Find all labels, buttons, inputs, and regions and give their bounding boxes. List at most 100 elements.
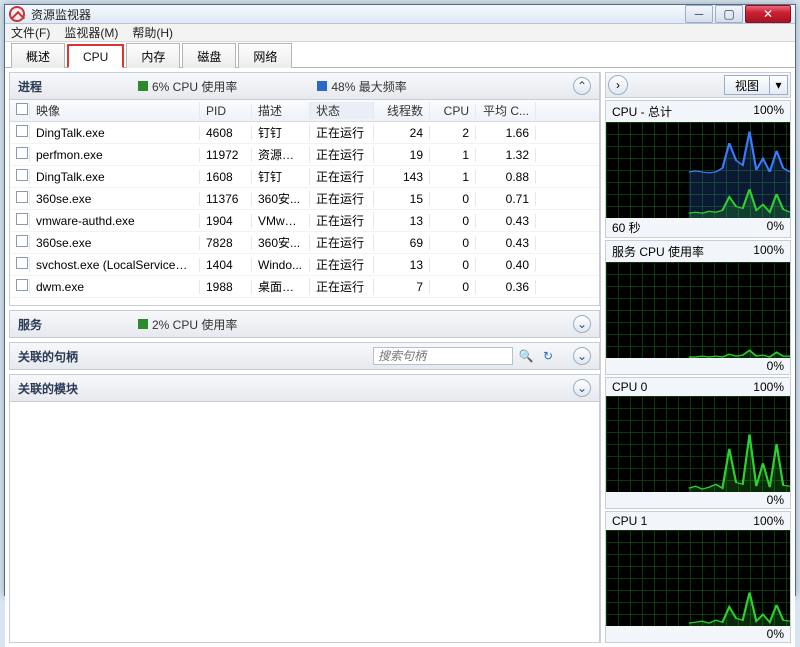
cell-desc: VMwar...: [252, 214, 310, 228]
graph-title: CPU 1: [612, 514, 647, 528]
graph-canvas: [606, 262, 790, 358]
cell-pid: 1608: [200, 170, 252, 184]
cell-image: perfmon.exe: [30, 148, 200, 162]
checkbox-icon[interactable]: [16, 191, 28, 203]
expand-services-button[interactable]: ⌄: [573, 315, 591, 333]
search-icon[interactable]: 🔍: [517, 347, 535, 365]
expand-modules-button[interactable]: ⌄: [573, 379, 591, 397]
table-body[interactable]: DingTalk.exe4608钉钉正在运行2421.66perfmon.exe…: [10, 122, 599, 305]
col-desc[interactable]: 描述: [252, 102, 310, 119]
cell-cpu: 2: [430, 126, 476, 140]
tab-network[interactable]: 网络: [238, 43, 292, 68]
view-dropdown-button[interactable]: ▾: [770, 75, 788, 95]
table-row[interactable]: 360se.exe7828360安...正在运行6900.43: [10, 232, 599, 254]
cell-pid: 1404: [200, 258, 252, 272]
cell-avg: 1.66: [476, 126, 536, 140]
table-row[interactable]: vmware-authd.exe1904VMwar...正在运行1300.43: [10, 210, 599, 232]
graph-top: 100%: [753, 243, 784, 260]
cell-image: 360se.exe: [30, 236, 200, 250]
cell-cpu: 1: [430, 170, 476, 184]
cell-pid: 4608: [200, 126, 252, 140]
checkbox-icon[interactable]: [16, 279, 28, 291]
cell-image: vmware-authd.exe: [30, 214, 200, 228]
cell-desc: 资源和...: [252, 146, 310, 163]
maximize-button[interactable]: ▢: [715, 5, 743, 23]
section-processes-title: 进程: [18, 78, 128, 95]
tab-memory[interactable]: 内存: [126, 43, 180, 68]
cell-image: DingTalk.exe: [30, 170, 200, 184]
cell-avg: 1.32: [476, 148, 536, 162]
col-threads[interactable]: 线程数: [374, 102, 430, 119]
search-handles-input[interactable]: [373, 347, 513, 365]
left-pane: 进程 6% CPU 使用率 48% 最大频率 ⌃ 映像 PID 描述 状态 线程…: [9, 72, 601, 643]
cell-pid: 11376: [200, 192, 252, 206]
col-status[interactable]: 状态: [310, 102, 374, 119]
collapse-processes-button[interactable]: ⌃: [573, 77, 591, 95]
close-button[interactable]: ✕: [745, 5, 791, 23]
tab-overview[interactable]: 概述: [11, 43, 65, 68]
section-handles-header[interactable]: 关联的句柄 🔍 ↻ ⌄: [9, 342, 600, 370]
cell-avg: 0.43: [476, 214, 536, 228]
right-pane: › 视图 ▾ CPU - 总计100%60 秒0%服务 CPU 使用率100%0…: [605, 72, 791, 643]
section-handles-title: 关联的句柄: [18, 348, 128, 365]
expand-handles-button[interactable]: ⌄: [573, 347, 591, 365]
menu-monitor[interactable]: 监视器(M): [64, 24, 118, 41]
refresh-icon[interactable]: ↻: [539, 347, 557, 365]
cell-cpu: 0: [430, 192, 476, 206]
cell-desc: 桌面窗...: [252, 278, 310, 295]
cell-cpu: 1: [430, 148, 476, 162]
checkbox-icon[interactable]: [16, 103, 28, 115]
table-row[interactable]: 360se.exe11376360安...正在运行1500.71: [10, 188, 599, 210]
tab-disk[interactable]: 磁盘: [182, 43, 236, 68]
cell-desc: 钉钉: [252, 124, 310, 141]
view-button[interactable]: 视图: [724, 75, 770, 95]
cell-status: 正在运行: [310, 124, 374, 141]
checkbox-icon[interactable]: [16, 213, 28, 225]
section-services-header[interactable]: 服务 2% CPU 使用率 ⌄: [9, 310, 600, 338]
col-image[interactable]: 映像: [30, 102, 200, 119]
services-usage-metric: 2% CPU 使用率: [138, 316, 237, 333]
menu-help[interactable]: 帮助(H): [132, 24, 173, 41]
section-processes-header[interactable]: 进程 6% CPU 使用率 48% 最大频率 ⌃: [9, 72, 600, 100]
cell-avg: 0.88: [476, 170, 536, 184]
cell-image: DingTalk.exe: [30, 126, 200, 140]
col-pid[interactable]: PID: [200, 104, 252, 118]
checkbox-icon[interactable]: [16, 125, 28, 137]
tab-strip: 概述 CPU 内存 磁盘 网络: [5, 42, 795, 68]
menu-file[interactable]: 文件(F): [11, 24, 50, 41]
graph-title: 服务 CPU 使用率: [612, 243, 704, 260]
cell-desc: 钉钉: [252, 168, 310, 185]
table-row[interactable]: dwm.exe1988桌面窗...正在运行700.36: [10, 276, 599, 298]
graph-canvas: [606, 396, 790, 492]
cell-avg: 0.36: [476, 280, 536, 294]
cell-cpu: 0: [430, 258, 476, 272]
checkbox-icon[interactable]: [16, 235, 28, 247]
cell-pid: 1988: [200, 280, 252, 294]
checkbox-icon[interactable]: [16, 257, 28, 269]
cell-threads: 13: [374, 214, 430, 228]
col-check[interactable]: [10, 103, 30, 118]
graph-bottom-right: 0%: [767, 493, 784, 507]
cell-threads: 15: [374, 192, 430, 206]
tab-cpu[interactable]: CPU: [67, 44, 124, 68]
minimize-button[interactable]: ─: [685, 5, 713, 23]
section-modules-header[interactable]: 关联的模块 ⌄: [9, 374, 600, 402]
cell-status: 正在运行: [310, 190, 374, 207]
nav-right-button[interactable]: ›: [608, 75, 628, 95]
checkbox-icon[interactable]: [16, 147, 28, 159]
table-row[interactable]: perfmon.exe11972资源和...正在运行1911.32: [10, 144, 599, 166]
graph-bottom-right: 0%: [767, 627, 784, 641]
col-cpu[interactable]: CPU: [430, 104, 476, 118]
cell-status: 正在运行: [310, 212, 374, 229]
max-freq-metric: 48% 最大频率: [317, 78, 406, 95]
col-avg[interactable]: 平均 C...: [476, 102, 536, 119]
table-row[interactable]: svchost.exe (LocalServiceN...1404Windo..…: [10, 254, 599, 276]
cell-image: 360se.exe: [30, 192, 200, 206]
graphs-container[interactable]: CPU - 总计100%60 秒0%服务 CPU 使用率100%0%CPU 01…: [605, 100, 791, 643]
table-row[interactable]: DingTalk.exe4608钉钉正在运行2421.66: [10, 122, 599, 144]
checkbox-icon[interactable]: [16, 169, 28, 181]
table-row[interactable]: DingTalk.exe1608钉钉正在运行14310.88: [10, 166, 599, 188]
cell-avg: 0.43: [476, 236, 536, 250]
title-bar[interactable]: 资源监视器 ─ ▢ ✕: [5, 5, 795, 24]
graph-bottom-left: 60 秒: [612, 219, 641, 236]
